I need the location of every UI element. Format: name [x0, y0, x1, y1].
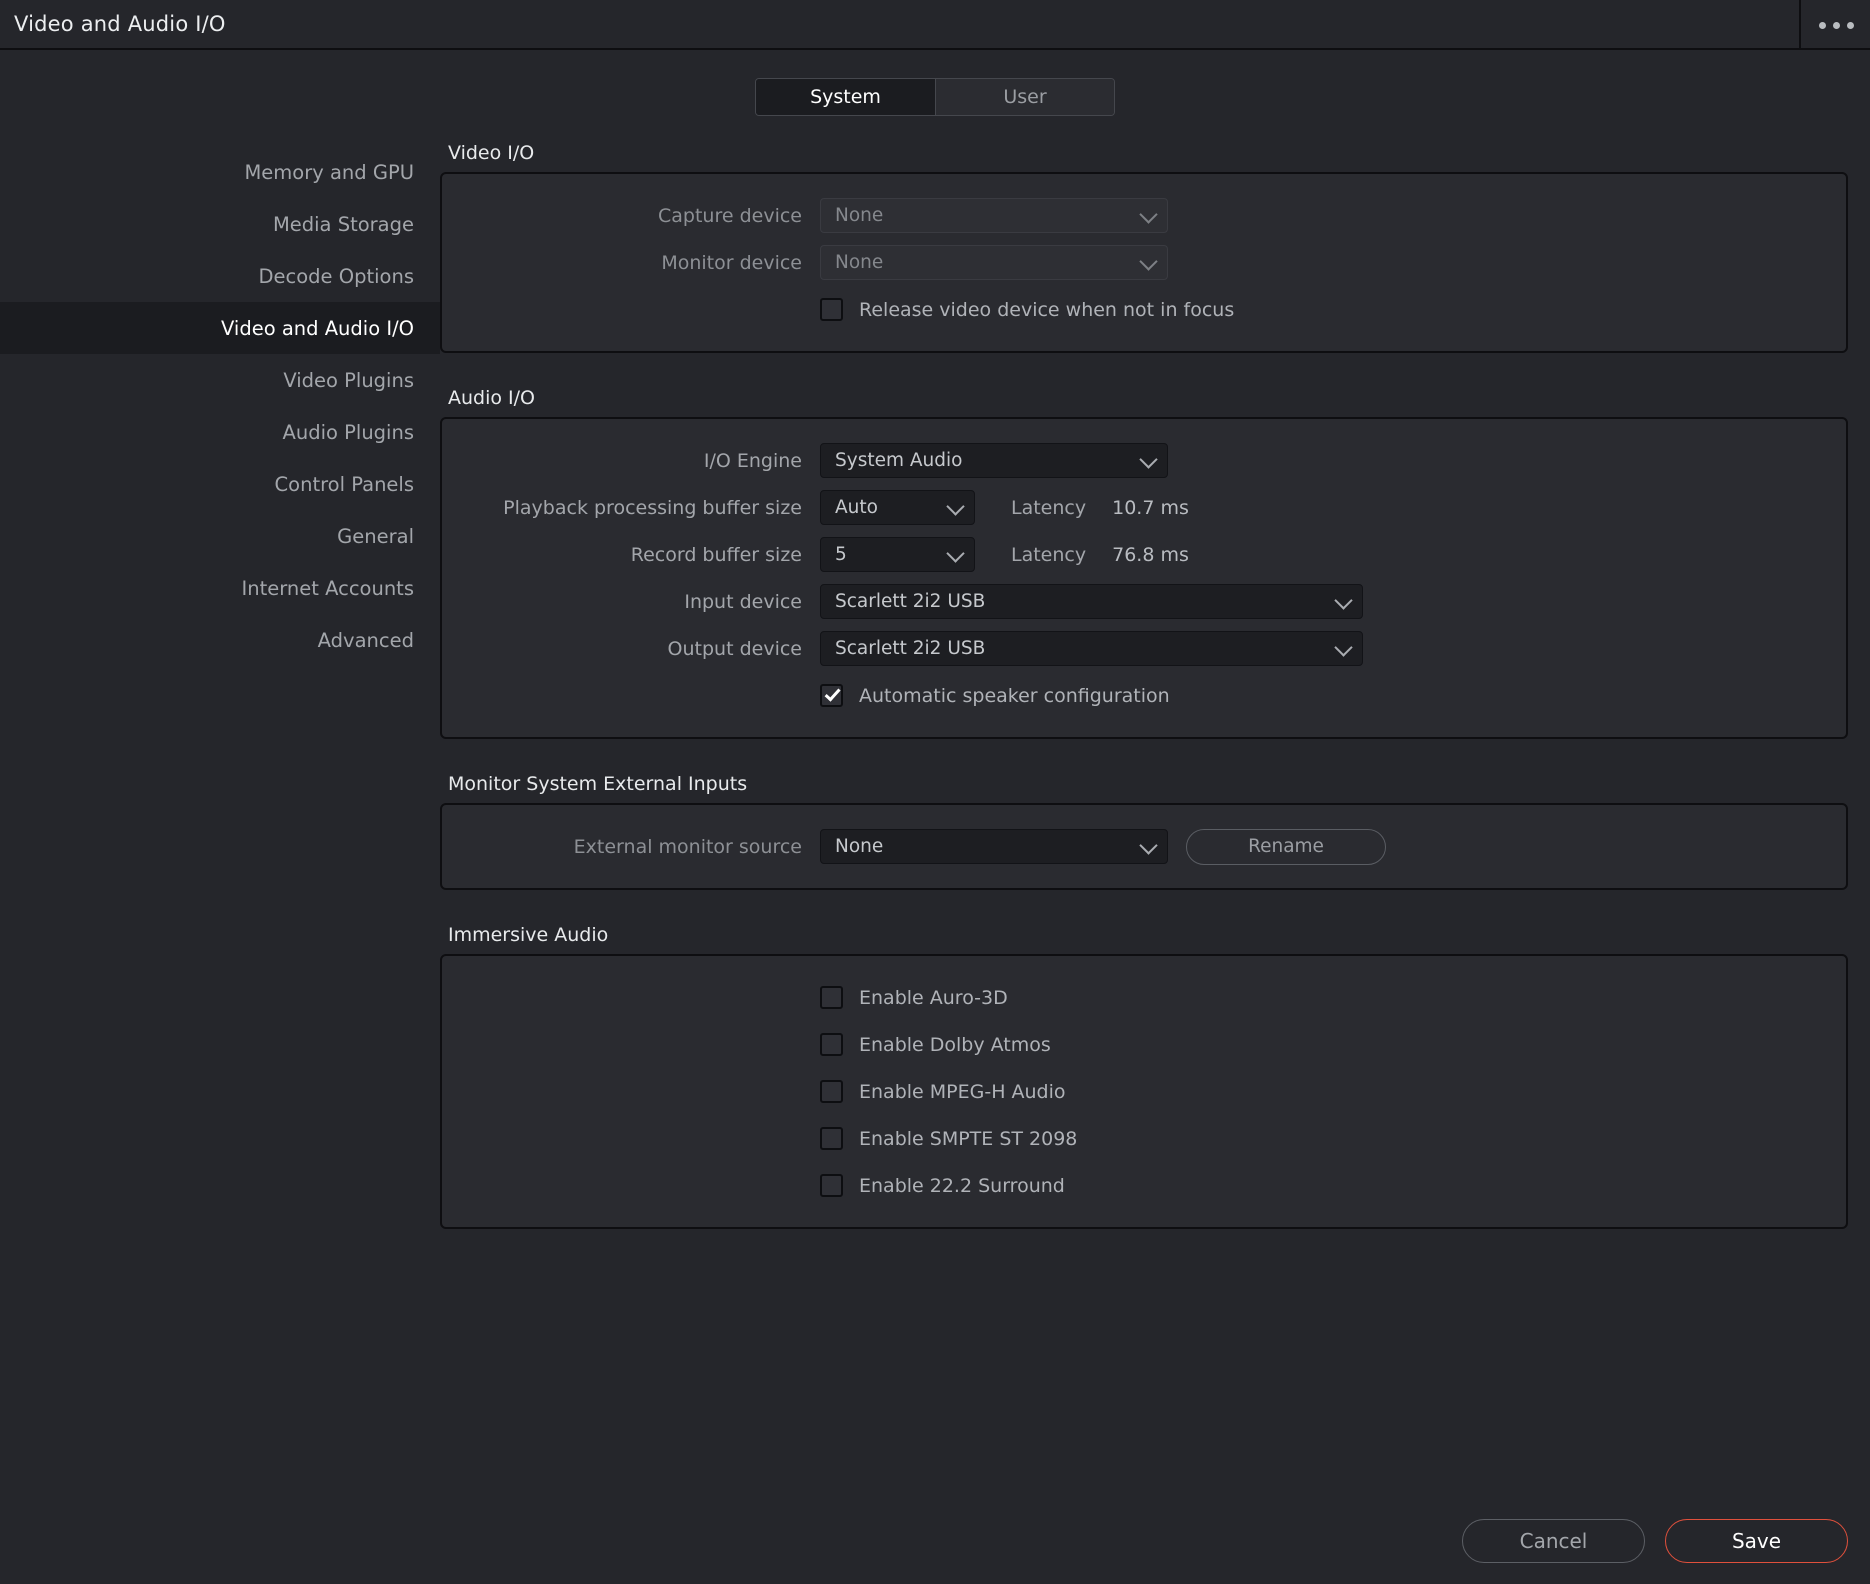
sidebar-item-general[interactable]: General — [0, 510, 440, 562]
video-io-panel: Capture device None Monitor device None … — [440, 172, 1848, 353]
enable-auro-3d-checkbox[interactable] — [820, 986, 843, 1009]
chevron-down-icon — [1334, 590, 1353, 610]
sidebar-item-video-and-audio-io[interactable]: Video and Audio I/O — [0, 302, 440, 354]
io-engine-select[interactable]: System Audio — [820, 443, 1168, 478]
enable-dolby-atmos-row: Enable Dolby Atmos — [442, 1021, 1846, 1068]
io-engine-row: I/O Engine System Audio — [442, 437, 1846, 484]
external-monitor-source-label: External monitor source — [573, 835, 802, 858]
playback-buffer-row: Playback processing buffer size Auto Lat… — [442, 484, 1846, 531]
enable-smpte-st-2098-row: Enable SMPTE ST 2098 — [442, 1115, 1846, 1162]
ellipsis-icon[interactable] — [1819, 21, 1854, 29]
enable-auro-3d-row: Enable Auro-3D — [442, 974, 1846, 1021]
capture-device-row: Capture device None — [442, 192, 1846, 239]
external-monitor-source-value: None — [835, 836, 884, 857]
io-engine-value: System Audio — [835, 450, 963, 471]
record-buffer-select[interactable]: 5 — [820, 537, 975, 572]
audio-io-panel: I/O Engine System Audio Playback process… — [440, 417, 1848, 739]
enable-smpte-st-2098-checkbox[interactable] — [820, 1127, 843, 1150]
chevron-down-icon — [1139, 204, 1158, 224]
sidebar-item-advanced[interactable]: Advanced — [0, 614, 440, 666]
record-latency-value: 76.8 ms — [1112, 543, 1189, 566]
input-device-label: Input device — [684, 590, 802, 613]
chevron-down-icon — [1139, 835, 1158, 855]
enable-smpte-st-2098-label[interactable]: Enable SMPTE ST 2098 — [859, 1128, 1077, 1150]
monitor-external-section-title: Monitor System External Inputs — [448, 773, 748, 795]
window-titlebar: Video and Audio I/O — [0, 0, 1870, 50]
capture-device-select[interactable]: None — [820, 198, 1168, 233]
playback-buffer-label: Playback processing buffer size — [503, 496, 802, 519]
video-io-section-title: Video I/O — [448, 142, 535, 164]
save-button[interactable]: Save — [1665, 1519, 1848, 1563]
enable-22-2-surround-row: Enable 22.2 Surround — [442, 1162, 1846, 1209]
record-buffer-label: Record buffer size — [630, 543, 802, 566]
rename-button[interactable]: Rename — [1186, 828, 1386, 865]
chevron-down-icon — [1334, 637, 1353, 657]
external-monitor-source-select[interactable]: None — [820, 829, 1168, 864]
automatic-speaker-checkbox[interactable] — [820, 684, 843, 707]
enable-mpeg-h-audio-row: Enable MPEG-H Audio — [442, 1068, 1846, 1115]
io-engine-label: I/O Engine — [703, 449, 802, 472]
enable-dolby-atmos-label[interactable]: Enable Dolby Atmos — [859, 1034, 1051, 1056]
enable-mpeg-h-audio-checkbox[interactable] — [820, 1080, 843, 1103]
enable-22-2-surround-checkbox[interactable] — [820, 1174, 843, 1197]
mode-tabs: System User — [0, 78, 1870, 116]
cancel-button[interactable]: Cancel — [1462, 1519, 1645, 1563]
output-device-value: Scarlett 2i2 USB — [835, 638, 986, 659]
sidebar-item-video-plugins[interactable]: Video Plugins — [0, 354, 440, 406]
capture-device-value: None — [835, 205, 884, 226]
enable-mpeg-h-audio-label[interactable]: Enable MPEG-H Audio — [859, 1081, 1066, 1103]
monitor-device-row: Monitor device None — [442, 239, 1846, 286]
record-buffer-row: Record buffer size 5 Latency 76.8 ms — [442, 531, 1846, 578]
enable-dolby-atmos-checkbox[interactable] — [820, 1033, 843, 1056]
chevron-down-icon — [946, 543, 965, 563]
external-monitor-source-row: External monitor source None Rename — [442, 823, 1846, 870]
sidebar-item-audio-plugins[interactable]: Audio Plugins — [0, 406, 440, 458]
dialog-footer: Cancel Save — [0, 1498, 1870, 1584]
window-title: Video and Audio I/O — [14, 12, 226, 36]
chevron-down-icon — [1139, 251, 1158, 271]
capture-device-label: Capture device — [658, 204, 802, 227]
input-device-row: Input device Scarlett 2i2 USB — [442, 578, 1846, 625]
monitor-device-value: None — [835, 252, 884, 273]
automatic-speaker-row: Automatic speaker configuration — [442, 672, 1846, 719]
playback-latency-value: 10.7 ms — [1112, 496, 1189, 519]
chevron-down-icon — [1139, 449, 1158, 469]
enable-auro-3d-label[interactable]: Enable Auro-3D — [859, 987, 1008, 1009]
output-device-label: Output device — [667, 637, 802, 660]
immersive-audio-panel: Enable Auro-3D Enable Dolby Atmos Enable… — [440, 954, 1848, 1229]
output-device-row: Output device Scarlett 2i2 USB — [442, 625, 1846, 672]
titlebar-menu-button[interactable] — [1799, 0, 1870, 50]
release-video-device-checkbox[interactable] — [820, 298, 843, 321]
playback-latency-label: Latency — [1011, 496, 1087, 519]
preferences-sidebar: Memory and GPU Media Storage Decode Opti… — [0, 142, 440, 1229]
tab-system[interactable]: System — [756, 79, 935, 115]
audio-io-section-title: Audio I/O — [448, 387, 536, 409]
sidebar-item-internet-accounts[interactable]: Internet Accounts — [0, 562, 440, 614]
sidebar-item-decode-options[interactable]: Decode Options — [0, 250, 440, 302]
sidebar-item-media-storage[interactable]: Media Storage — [0, 198, 440, 250]
release-video-device-label[interactable]: Release video device when not in focus — [859, 299, 1234, 321]
input-device-select[interactable]: Scarlett 2i2 USB — [820, 584, 1363, 619]
immersive-audio-section-title: Immersive Audio — [448, 924, 609, 946]
enable-22-2-surround-label[interactable]: Enable 22.2 Surround — [859, 1175, 1065, 1197]
input-device-value: Scarlett 2i2 USB — [835, 591, 986, 612]
output-device-select[interactable]: Scarlett 2i2 USB — [820, 631, 1363, 666]
preferences-content: Video I/O Capture device None Monitor de… — [440, 142, 1870, 1229]
automatic-speaker-label[interactable]: Automatic speaker configuration — [859, 685, 1170, 707]
playback-buffer-value: Auto — [835, 497, 878, 518]
chevron-down-icon — [946, 496, 965, 516]
playback-buffer-select[interactable]: Auto — [820, 490, 975, 525]
release-video-device-row: Release video device when not in focus — [442, 286, 1846, 333]
tab-user[interactable]: User — [935, 79, 1114, 115]
monitor-external-panel: External monitor source None Rename — [440, 803, 1848, 890]
sidebar-item-memory-and-gpu[interactable]: Memory and GPU — [0, 146, 440, 198]
sidebar-item-control-panels[interactable]: Control Panels — [0, 458, 440, 510]
record-buffer-value: 5 — [835, 544, 847, 565]
monitor-device-label: Monitor device — [661, 251, 802, 274]
monitor-device-select[interactable]: None — [820, 245, 1168, 280]
record-latency-label: Latency — [1011, 543, 1087, 566]
